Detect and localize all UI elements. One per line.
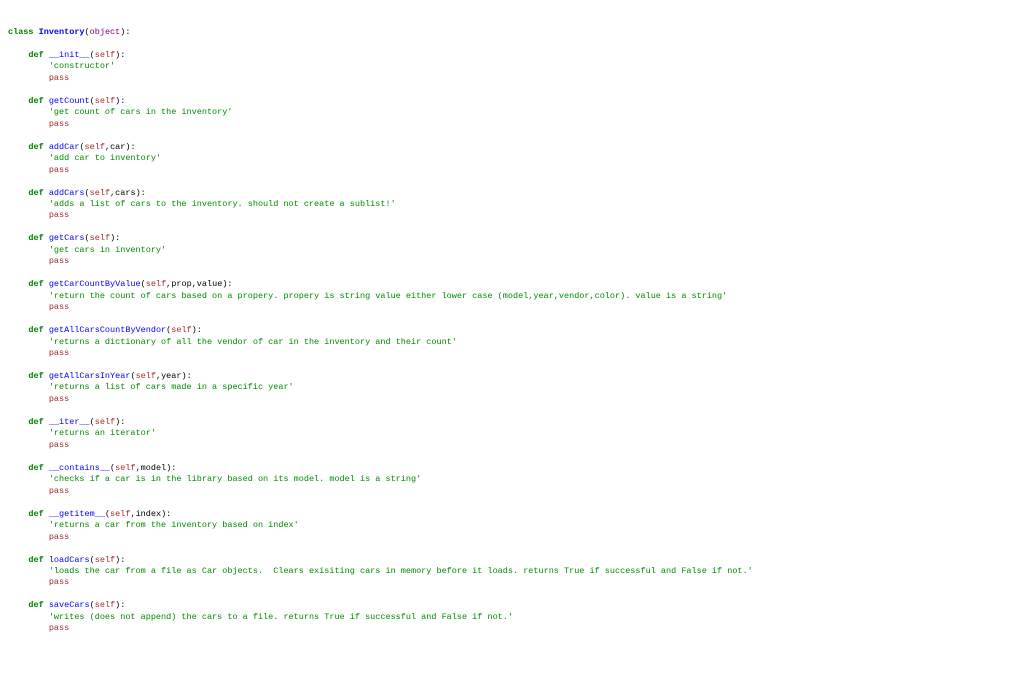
- pass-stmt: pass: [8, 486, 1016, 497]
- docstring: 'checks if a car is in the library based…: [8, 474, 1016, 485]
- self-param: self: [95, 50, 115, 60]
- self-param: self: [110, 509, 130, 519]
- docstring: 'loads the car from a file as Car object…: [8, 566, 1016, 577]
- method-def: def addCars(self,cars):: [8, 188, 1016, 199]
- docstring: 'get cars in inventory': [8, 245, 1016, 256]
- method-name: __getitem__: [49, 509, 105, 519]
- method-name: __contains__: [49, 463, 110, 473]
- method-name: getCars: [49, 233, 85, 243]
- self-param: self: [95, 600, 115, 610]
- pass-stmt: pass: [8, 440, 1016, 451]
- method-def: def getCount(self):: [8, 96, 1016, 107]
- method-def: def getAllCarsCountByVendor(self):: [8, 325, 1016, 336]
- pass-stmt: pass: [8, 73, 1016, 84]
- pass-stmt: pass: [8, 532, 1016, 543]
- self-param: self: [95, 96, 115, 106]
- docstring: 'return the count of cars based on a pro…: [8, 291, 1016, 302]
- self-param: self: [90, 188, 110, 198]
- method-def: def getCarCountByValue(self,prop,value):: [8, 279, 1016, 290]
- pass-stmt: pass: [8, 210, 1016, 221]
- pass-stmt: pass: [8, 348, 1016, 359]
- method-def: def addCar(self,car):: [8, 142, 1016, 153]
- method-def: def getCars(self):: [8, 233, 1016, 244]
- self-param: self: [146, 279, 166, 289]
- method-def: def __init__(self):: [8, 50, 1016, 61]
- pass-stmt: pass: [8, 577, 1016, 588]
- method-name: addCar: [49, 142, 80, 152]
- method-name: getAllCarsCountByVendor: [49, 325, 166, 335]
- docstring: 'constructor': [8, 61, 1016, 72]
- docstring: 'get count of cars in the inventory': [8, 107, 1016, 118]
- method-name: saveCars: [49, 600, 90, 610]
- method-def: def saveCars(self):: [8, 600, 1016, 611]
- pass-stmt: pass: [8, 302, 1016, 313]
- method-def: def __iter__(self):: [8, 417, 1016, 428]
- docstring: 'add car to inventory': [8, 153, 1016, 164]
- self-param: self: [136, 371, 156, 381]
- self-param: self: [95, 417, 115, 427]
- docstring: 'returns a car from the inventory based …: [8, 520, 1016, 531]
- method-def: def __getitem__(self,index):: [8, 509, 1016, 520]
- method-def: def __contains__(self,model):: [8, 463, 1016, 474]
- pass-stmt: pass: [8, 623, 1016, 634]
- method-name: addCars: [49, 188, 85, 198]
- pass-stmt: pass: [8, 119, 1016, 130]
- docstring: 'returns an iterator': [8, 428, 1016, 439]
- self-param: self: [85, 142, 105, 152]
- method-name: __iter__: [49, 417, 90, 427]
- method-def: def loadCars(self):: [8, 555, 1016, 566]
- pass-stmt: pass: [8, 394, 1016, 405]
- pass-stmt: pass: [8, 256, 1016, 267]
- self-param: self: [90, 233, 110, 243]
- docstring: 'returns a dictionary of all the vendor …: [8, 337, 1016, 348]
- method-name: getCount: [49, 96, 90, 106]
- class-def: class Inventory(object):: [8, 27, 1016, 38]
- method-name: loadCars: [49, 555, 90, 565]
- docstring: 'writes (does not append) the cars to a …: [8, 612, 1016, 623]
- self-param: self: [171, 325, 191, 335]
- method-def: def getAllCarsInYear(self,year):: [8, 371, 1016, 382]
- self-param: self: [95, 555, 115, 565]
- docstring: 'adds a list of cars to the inventory. s…: [8, 199, 1016, 210]
- self-param: self: [115, 463, 135, 473]
- pass-stmt: pass: [8, 165, 1016, 176]
- method-name: getAllCarsInYear: [49, 371, 131, 381]
- method-name: __init__: [49, 50, 90, 60]
- code-block: class Inventory(object): def __init__(se…: [8, 27, 1016, 646]
- method-name: getCarCountByValue: [49, 279, 141, 289]
- docstring: 'returns a list of cars made in a specif…: [8, 382, 1016, 393]
